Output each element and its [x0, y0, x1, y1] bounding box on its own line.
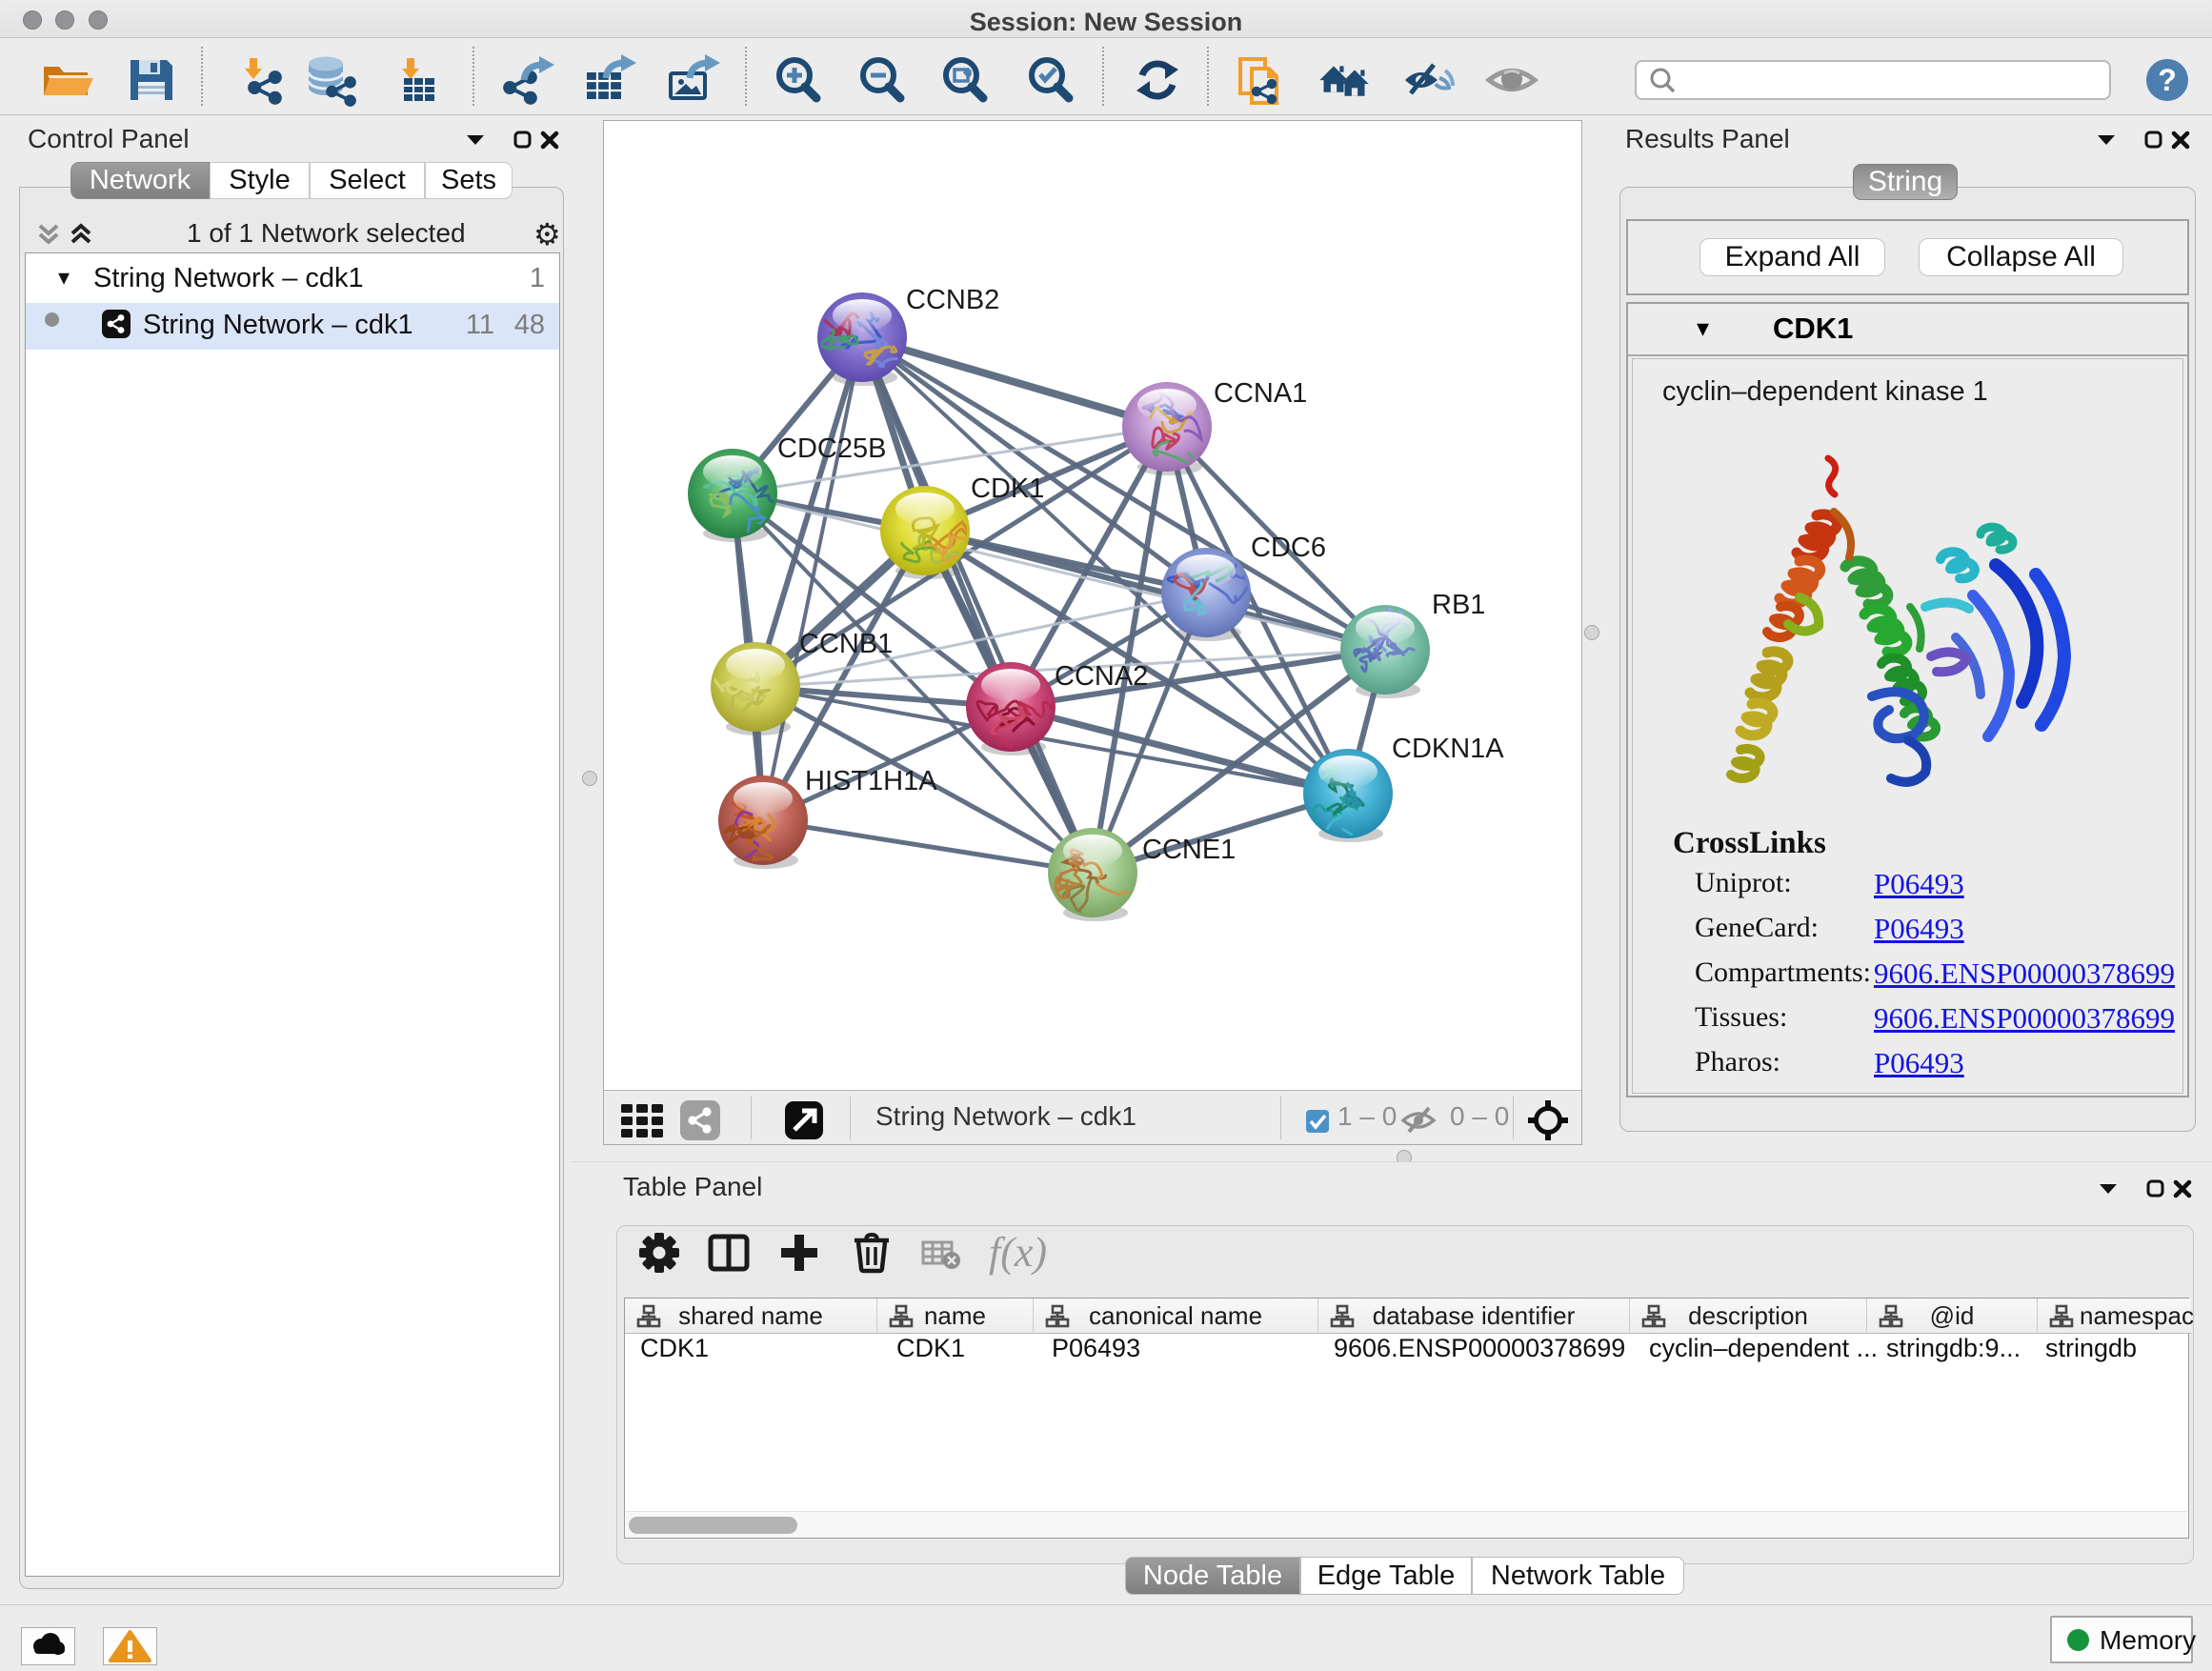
svg-text:f(x): f(x)	[989, 1229, 1047, 1276]
svg-text:CDKN1A: CDKN1A	[1392, 734, 1504, 764]
svg-text:CCNB2: CCNB2	[906, 285, 999, 315]
svg-text:CDK1: CDK1	[971, 473, 1044, 504]
svg-text:CCNA2: CCNA2	[1055, 661, 1148, 692]
svg-text:CCNB1: CCNB1	[799, 629, 893, 659]
svg-text:CCNA1: CCNA1	[1214, 378, 1307, 409]
svg-text:RB1: RB1	[1432, 590, 1485, 620]
svg-text:CDC25B: CDC25B	[777, 433, 886, 464]
svg-text:?: ?	[2158, 63, 2177, 97]
svg-text:HIST1H1A: HIST1H1A	[805, 766, 937, 796]
svg-text:CDC6: CDC6	[1251, 533, 1326, 563]
svg-text:CCNE1: CCNE1	[1142, 835, 1236, 865]
